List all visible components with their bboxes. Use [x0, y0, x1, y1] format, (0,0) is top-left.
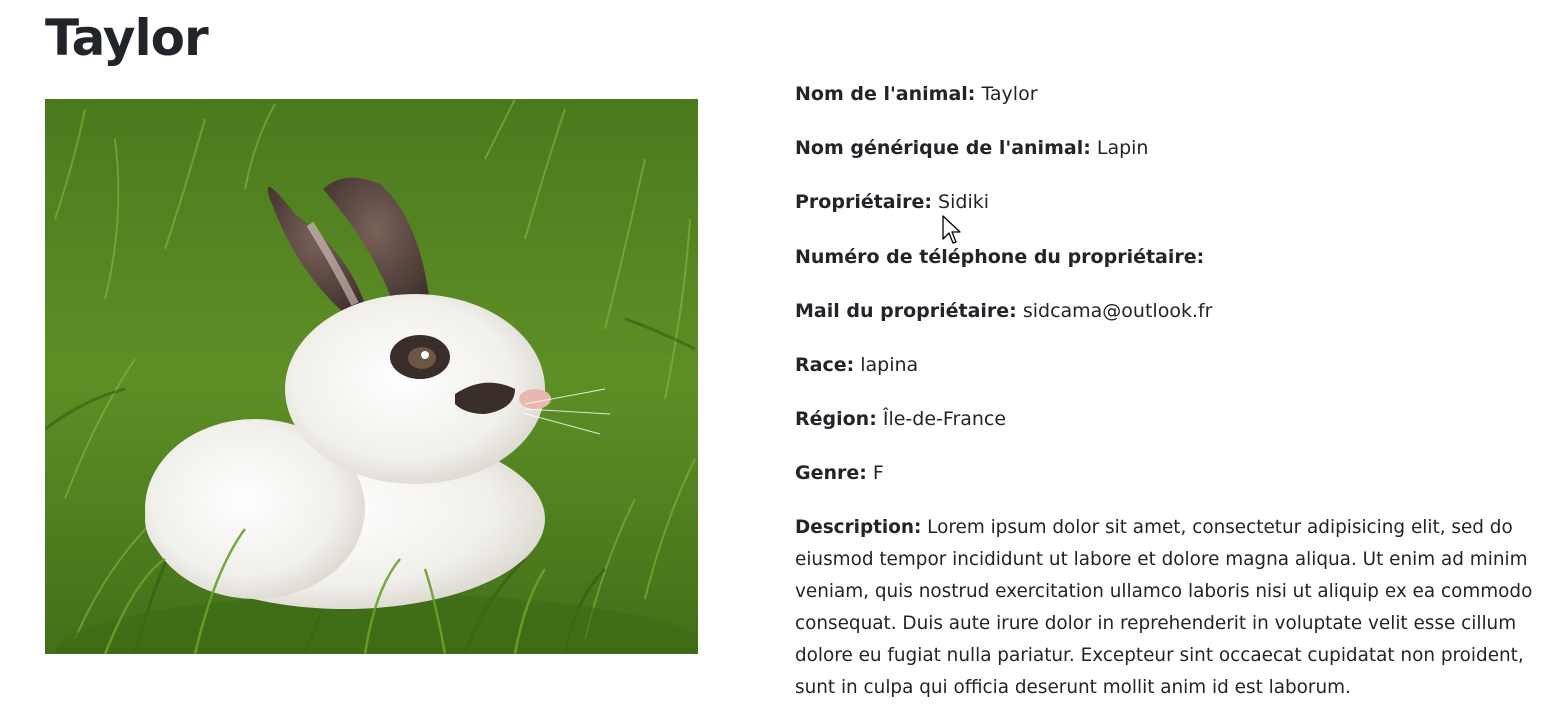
detail-breed-label: Race: [795, 353, 855, 376]
pet-details: Nom de l'animal: Taylor Nom générique de… [795, 78, 1535, 704]
detail-gender-value: F [872, 462, 884, 485]
detail-region-value: Île-de-France [882, 408, 1007, 431]
detail-name-label: Nom de l'animal: [795, 83, 976, 105]
detail-owner: Propriétaire: Sidiki [795, 186, 1535, 218]
detail-generic-name-label: Nom générique de l'animal: [795, 137, 1091, 160]
detail-generic-name: Nom générique de l'animal: Lapin [795, 132, 1535, 164]
detail-owner-value: Sidiki [938, 191, 990, 214]
detail-description: Description: Lorem ipsum dolor sit amet,… [795, 512, 1535, 704]
detail-description-value: Lorem ipsum dolor sit amet, consectetur … [795, 516, 1533, 698]
rabbit-image [45, 99, 698, 654]
pet-photo [45, 99, 698, 654]
detail-name-value: Taylor [981, 83, 1038, 105]
detail-region: Région: Île-de-France [795, 403, 1535, 435]
detail-owner-mail-value: sidcama@outlook.fr [1022, 299, 1213, 322]
detail-owner-mail: Mail du propriétaire: sidcama@outlook.fr [795, 295, 1535, 327]
pet-detail-page: Taylor Nom de l'animal: Taylor Nom génér… [0, 0, 1556, 707]
detail-owner-label: Propriétaire: [795, 191, 932, 214]
detail-name: Nom de l'animal: Taylor [795, 78, 1535, 110]
detail-breed-value: lapina [860, 353, 919, 376]
detail-gender-label: Genre: [795, 462, 867, 485]
detail-region-label: Région: [795, 408, 877, 431]
detail-gender: Genre: F [795, 457, 1535, 489]
detail-breed: Race: lapina [795, 349, 1535, 381]
page-title: Taylor [45, 9, 209, 67]
detail-generic-name-value: Lapin [1096, 137, 1149, 160]
detail-owner-phone-label: Numéro de téléphone du propriétaire: [795, 245, 1205, 268]
detail-description-label: Description: [795, 516, 922, 538]
detail-owner-phone: Numéro de téléphone du propriétaire: [795, 241, 1535, 273]
detail-owner-mail-label: Mail du propriétaire: [795, 299, 1017, 322]
